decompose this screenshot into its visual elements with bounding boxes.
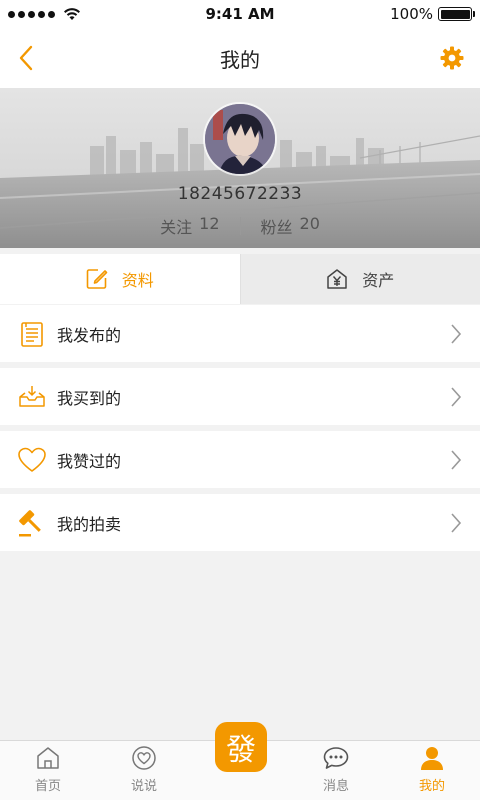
chevron-left-icon bbox=[19, 45, 33, 71]
avatar[interactable] bbox=[203, 102, 277, 176]
followers-label: 粉丝 bbox=[260, 218, 293, 237]
profile-tabs: 资料 资产 bbox=[0, 254, 480, 304]
divider bbox=[239, 217, 241, 235]
tab-moments[interactable]: 说说 bbox=[96, 741, 192, 800]
followers-stat[interactable]: 粉丝 20 bbox=[261, 214, 320, 238]
tab-label: 我的 bbox=[418, 779, 445, 794]
heart-circle-icon bbox=[132, 746, 156, 770]
tab-label: 资产 bbox=[362, 271, 395, 290]
phone-number: 18245672233 bbox=[177, 184, 303, 204]
back-button[interactable] bbox=[10, 42, 42, 74]
status-bar: 9:41 AM 100% bbox=[0, 0, 480, 28]
menu-item-purchased[interactable]: 我买到的 bbox=[0, 368, 480, 425]
chevron-right-icon bbox=[451, 449, 462, 470]
chat-bubble-icon bbox=[323, 747, 349, 769]
following-stat[interactable]: 关注 12 bbox=[160, 214, 219, 238]
menu-label: 我赞过的 bbox=[57, 451, 122, 471]
tab-profile-info[interactable]: 资料 bbox=[0, 254, 240, 304]
tab-messages[interactable]: 消息 bbox=[288, 741, 384, 800]
menu-item-liked[interactable]: 我赞过的 bbox=[0, 431, 480, 488]
tab-label: 说说 bbox=[130, 779, 157, 794]
heart-icon bbox=[18, 447, 46, 472]
chevron-right-icon bbox=[451, 512, 462, 533]
document-icon bbox=[21, 321, 43, 347]
auction-hammer-icon bbox=[19, 509, 41, 536]
gear-icon bbox=[440, 46, 464, 70]
menu-list: 我发布的 我买到的 我赞过的 我的拍卖 bbox=[0, 305, 480, 557]
tab-home[interactable]: 首页 bbox=[0, 741, 96, 800]
battery-icon bbox=[438, 7, 475, 21]
menu-label: 我发布的 bbox=[57, 325, 122, 345]
tab-label: 首页 bbox=[34, 779, 61, 794]
followers-count: 20 bbox=[299, 214, 320, 233]
publish-button[interactable]: 發 bbox=[215, 722, 267, 772]
inbox-download-icon bbox=[19, 385, 45, 407]
house-yen-icon bbox=[327, 269, 347, 289]
tab-assets[interactable]: 资产 bbox=[239, 254, 480, 304]
bottom-tab-bar: 首页 说说 消息 我的 發 bbox=[0, 722, 480, 800]
wifi-icon bbox=[64, 8, 80, 20]
signal-strength bbox=[8, 7, 81, 21]
chevron-right-icon bbox=[451, 323, 462, 344]
menu-label: 我的拍卖 bbox=[57, 514, 122, 534]
home-icon bbox=[37, 747, 59, 769]
edit-icon bbox=[86, 269, 108, 289]
chevron-right-icon bbox=[451, 386, 462, 407]
following-label: 关注 bbox=[160, 218, 193, 237]
menu-label: 我买到的 bbox=[57, 388, 122, 408]
menu-item-published[interactable]: 我发布的 bbox=[0, 305, 480, 362]
following-count: 12 bbox=[199, 214, 220, 233]
follow-stats: 关注 12 粉丝 20 bbox=[0, 214, 480, 238]
page-title: 我的 bbox=[220, 47, 260, 72]
tab-label: 消息 bbox=[322, 779, 349, 794]
battery-percent: 100% bbox=[390, 5, 433, 23]
tab-mine[interactable]: 我的 bbox=[384, 741, 480, 800]
profile-banner: 18245672233 关注 12 粉丝 20 bbox=[0, 88, 480, 248]
person-icon bbox=[421, 747, 443, 770]
avatar-image bbox=[205, 104, 275, 174]
tab-label: 资料 bbox=[121, 271, 154, 290]
menu-item-auction[interactable]: 我的拍卖 bbox=[0, 494, 480, 551]
nav-bar: 我的 bbox=[0, 28, 480, 88]
settings-button[interactable] bbox=[438, 44, 466, 72]
